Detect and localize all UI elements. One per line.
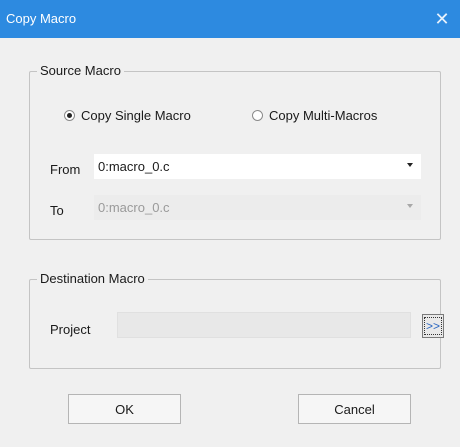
from-select[interactable]: 0:macro_0.c <box>94 154 421 179</box>
to-select-value: 0:macro_0.c <box>98 200 170 215</box>
project-label: Project <box>50 322 91 337</box>
ok-button-label: OK <box>115 401 134 417</box>
title-bar: Copy Macro ✕ <box>0 0 460 38</box>
browse-button-label: >> <box>423 317 442 335</box>
radio-checked-icon <box>64 110 75 121</box>
copy-macro-dialog: Copy Macro ✕ Source Macro Copy Single Ma… <box>0 0 460 447</box>
copy-multi-macros-radio[interactable]: Copy Multi-Macros <box>252 108 377 123</box>
to-select: 0:macro_0.c <box>94 195 421 220</box>
browse-button[interactable]: >> <box>422 314 444 338</box>
chevron-down-icon <box>407 163 413 167</box>
copy-multi-macros-label: Copy Multi-Macros <box>269 108 378 123</box>
copy-single-macro-label: Copy Single Macro <box>81 108 191 123</box>
radio-unchecked-icon <box>252 110 263 121</box>
from-label: From <box>50 162 81 177</box>
cancel-button-label: Cancel <box>334 401 375 417</box>
copy-single-macro-radio[interactable]: Copy Single Macro <box>64 108 191 123</box>
close-icon[interactable]: ✕ <box>424 0 460 38</box>
to-label: To <box>50 203 64 218</box>
chevron-down-icon <box>407 204 413 208</box>
from-select-value: 0:macro_0.c <box>98 159 170 174</box>
cancel-button[interactable]: Cancel <box>298 394 411 424</box>
ok-button[interactable]: OK <box>68 394 181 424</box>
destination-macro-legend: Destination Macro <box>37 271 148 286</box>
project-field <box>117 312 411 338</box>
window-title: Copy Macro <box>6 11 77 26</box>
source-macro-legend: Source Macro <box>37 63 124 78</box>
